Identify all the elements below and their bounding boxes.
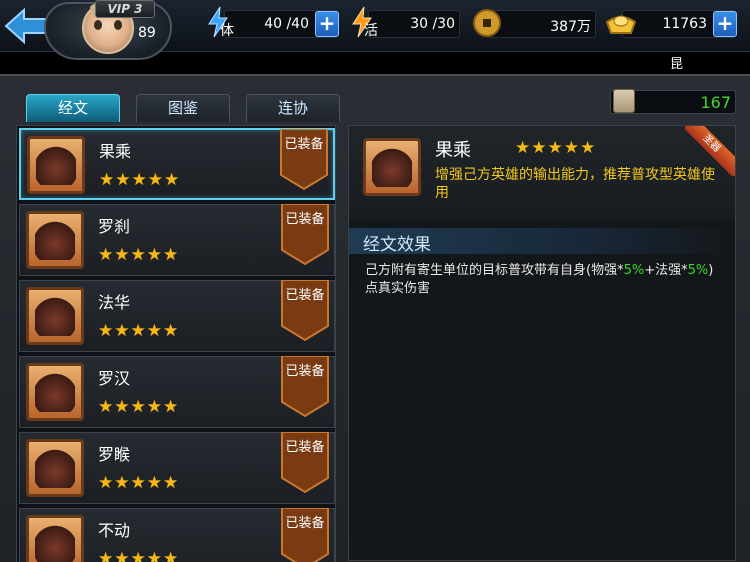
scripture-icon	[26, 287, 84, 345]
coins-value: 387万	[550, 19, 591, 35]
detail-name: 果乘	[435, 140, 471, 161]
vitality-label: 活	[364, 23, 378, 39]
equipped-badge: 已装备	[279, 129, 329, 191]
gold-ingot-icon	[605, 15, 637, 34]
list-item[interactable]: 法华 ★★★★★ 已装备	[19, 280, 335, 352]
scroll-icon	[613, 89, 635, 113]
rarity-ribbon-label: 圣器	[685, 126, 735, 176]
stamina-resource: 40 /40 +	[224, 10, 339, 38]
section-header: 经文效果	[349, 228, 735, 255]
stamina-value: 40 /40	[264, 16, 309, 32]
list-item[interactable]: 果乘 ★★★★★ 已装备	[19, 128, 335, 200]
item-name: 果乘	[99, 142, 132, 161]
highlight-value: 5%	[623, 263, 645, 278]
scripture-icon	[26, 515, 84, 562]
main-panel: 经文 图鉴 连协 167 果乘 ★★★★★ 已装备 罗刹 ★★★★★ 已装备 法…	[0, 74, 750, 562]
detail-scripture-icon	[363, 138, 421, 196]
tab-synergy[interactable]: 连协	[246, 94, 340, 122]
list-item[interactable]: 罗睺 ★★★★★ 已装备	[19, 432, 335, 504]
item-name: 不动	[98, 521, 131, 540]
highlight-value: 5%	[687, 263, 709, 278]
rarity-ribbon: 圣器	[685, 126, 735, 176]
scripture-list[interactable]: 果乘 ★★★★★ 已装备 罗刹 ★★★★★ 已装备 法华 ★★★★★ 已装备 罗…	[16, 125, 336, 562]
star-rating: ★★★★★	[98, 549, 180, 562]
detail-description: 增强己方英雄的输出能力，推荐普攻型英雄使用	[435, 167, 715, 201]
item-name: 罗刹	[98, 217, 131, 236]
gold-value: 11763	[662, 16, 707, 32]
detail-header: 果乘 ★★★★★ 增强己方英雄的输出能力，推荐普攻型英雄使用 圣器	[349, 126, 735, 220]
section-title: 经文效果	[363, 235, 431, 255]
item-name: 罗汉	[98, 369, 131, 388]
star-rating: ★★★★★	[98, 245, 180, 265]
scripture-icon	[26, 211, 84, 269]
player-level: 89	[138, 25, 156, 41]
counter-value: 167	[700, 93, 731, 112]
list-item[interactable]: 不动 ★★★★★ 已装备	[19, 508, 335, 562]
gold-resource: 11763 +	[622, 10, 737, 38]
vitality-value: 30 /30	[410, 16, 455, 32]
star-rating: ★★★★★	[99, 170, 181, 190]
stamina-label: 体	[220, 23, 234, 39]
scripture-icon	[27, 136, 85, 194]
tab-scriptures[interactable]: 经文	[26, 94, 120, 122]
vip-badge[interactable]: VIP 3	[95, 0, 155, 18]
scroll-counter: 167	[610, 89, 736, 114]
star-rating: ★★★★★	[98, 397, 180, 417]
scripture-icon	[26, 363, 84, 421]
tab-gallery[interactable]: 图鉴	[136, 94, 230, 122]
scripture-detail: 果乘 ★★★★★ 增强己方英雄的输出能力，推荐普攻型英雄使用 圣器 经文效果 己…	[348, 125, 736, 561]
equipped-badge: 已装备	[280, 432, 330, 494]
strip-text: 昆	[670, 57, 684, 72]
item-name: 罗睺	[98, 445, 131, 464]
detail-star-rating: ★★★★★	[515, 138, 597, 158]
list-item[interactable]: 罗汉 ★★★★★ 已装备	[19, 356, 335, 428]
coins-resource: 387万	[486, 10, 596, 38]
effect-text: 己方附有寄生单位的目标普攻带有自身(物强*5%+法强*5%)点真实伤害	[365, 263, 714, 296]
add-gold-button[interactable]: +	[713, 11, 737, 37]
scripture-icon	[26, 439, 84, 497]
add-stamina-button[interactable]: +	[315, 11, 339, 37]
equipped-badge: 已装备	[280, 280, 330, 342]
equipped-badge: 已装备	[280, 204, 330, 266]
star-rating: ★★★★★	[98, 473, 180, 493]
top-bar: VIP 3 89 40 /40 + 体 30 /30 活 387万 11763 …	[0, 0, 750, 60]
star-rating: ★★★★★	[98, 321, 180, 341]
list-item[interactable]: 罗刹 ★★★★★ 已装备	[19, 204, 335, 276]
coin-icon	[473, 9, 501, 37]
equipped-badge: 已装备	[280, 508, 330, 562]
equipped-badge: 已装备	[280, 356, 330, 418]
item-name: 法华	[98, 293, 131, 312]
vitality-resource: 30 /30	[368, 10, 460, 38]
